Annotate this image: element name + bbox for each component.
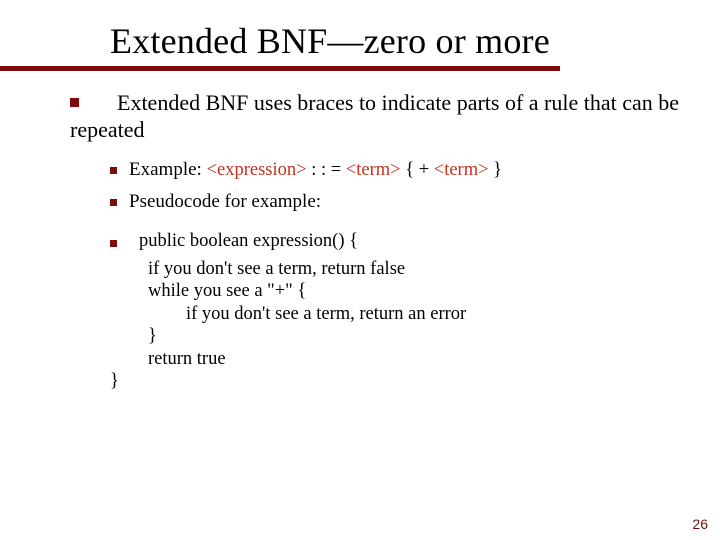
code-line: if you don't see a term, return an error [110,303,680,326]
sub-bullet-example: Example: <expression> : : = <term> { + <… [110,158,680,184]
square-bullet-icon [110,240,117,247]
level1-text: Extended BNF uses braces to indicate par… [70,90,679,142]
example-label: Example: [129,159,207,180]
code-line: while you see a "+" { [110,280,680,303]
bullet-level1: Extended BNF uses braces to indicate par… [70,90,680,144]
sub-bullet-pseudocode: Pseudocode for example: [110,190,680,216]
code-line: return true [110,348,680,371]
slide: Extended BNF—zero or more Extended BNF u… [0,0,720,540]
slide-body: Extended BNF uses braces to indicate par… [70,90,680,393]
page-number: 26 [692,516,708,532]
square-bullet-icon [110,199,117,206]
code-line: } [110,370,680,393]
sub-bullet-list: Example: <expression> : : = <term> { + <… [70,158,680,216]
square-bullet-icon [110,167,117,174]
slide-title: Extended BNF—zero or more [110,20,550,62]
code-line: } [110,325,680,348]
square-bullet-icon [70,98,79,107]
code-block: public boolean expression() { if you don… [70,230,680,393]
title-underline [0,66,560,71]
code-line: public boolean expression() { [139,230,680,253]
code-line: if you don't see a term, return false [110,258,680,281]
example-code: <expression> : : = <term> { + <term> } [207,160,503,180]
pseudocode-label: Pseudocode for example: [129,190,680,213]
